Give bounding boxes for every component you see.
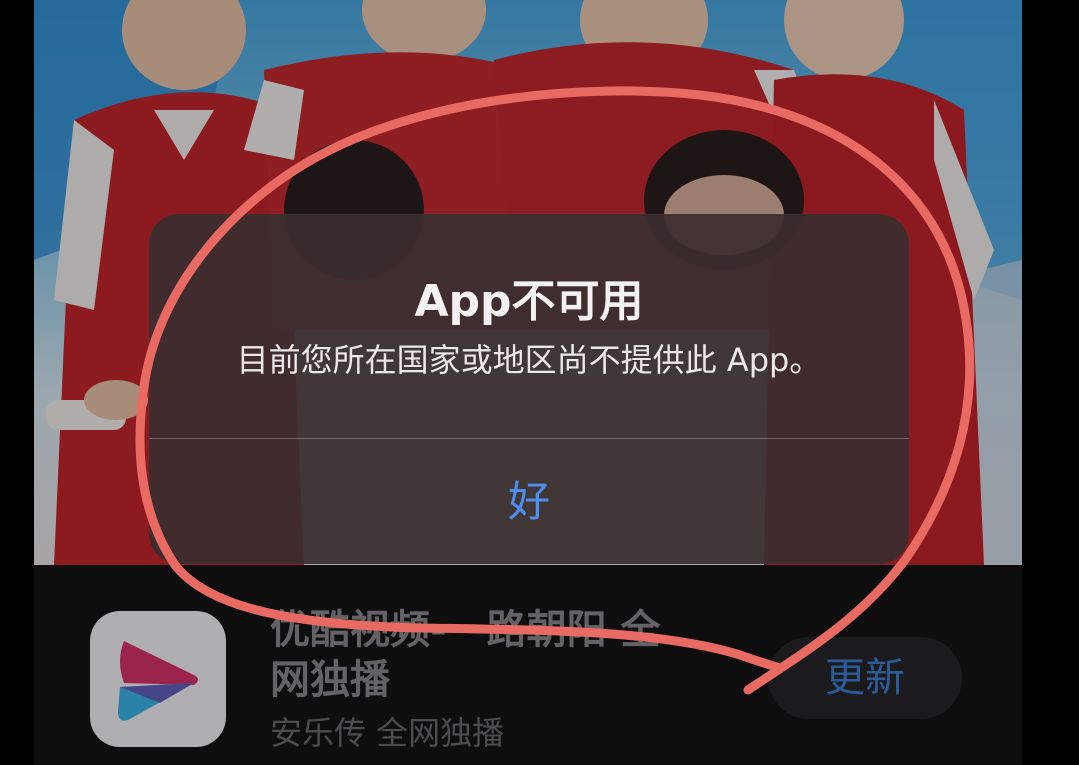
app-store-screen: 优酷视频-一路朝阳 全 网独播 安乐传 全网独播 更新 App不可用 目前您所在… bbox=[0, 0, 1079, 765]
update-button[interactable]: 更新 bbox=[768, 637, 962, 719]
app-title-line2: 网独播 bbox=[270, 657, 390, 703]
app-listing-row[interactable]: 优酷视频-一路朝阳 全 网独播 安乐传 全网独播 更新 bbox=[34, 565, 1022, 765]
alert-message: 目前您所在国家或地区尚不提供此 App。 bbox=[236, 341, 822, 379]
youku-play-icon bbox=[118, 641, 198, 721]
app-title: 优酷视频-一路朝阳 全 网独播 bbox=[270, 605, 710, 705]
app-unavailable-alert: App不可用 目前您所在国家或地区尚不提供此 App。 好 bbox=[149, 214, 909, 564]
right-edge-strip bbox=[1022, 0, 1079, 765]
app-subtitle: 安乐传 全网独播 bbox=[270, 714, 505, 752]
youku-app-icon[interactable] bbox=[90, 611, 226, 747]
alert-ok-button[interactable]: 好 bbox=[149, 439, 909, 564]
app-title-line1: 优酷视频-一路朝阳 全 bbox=[270, 607, 661, 653]
alert-title: App不可用 bbox=[414, 276, 644, 327]
